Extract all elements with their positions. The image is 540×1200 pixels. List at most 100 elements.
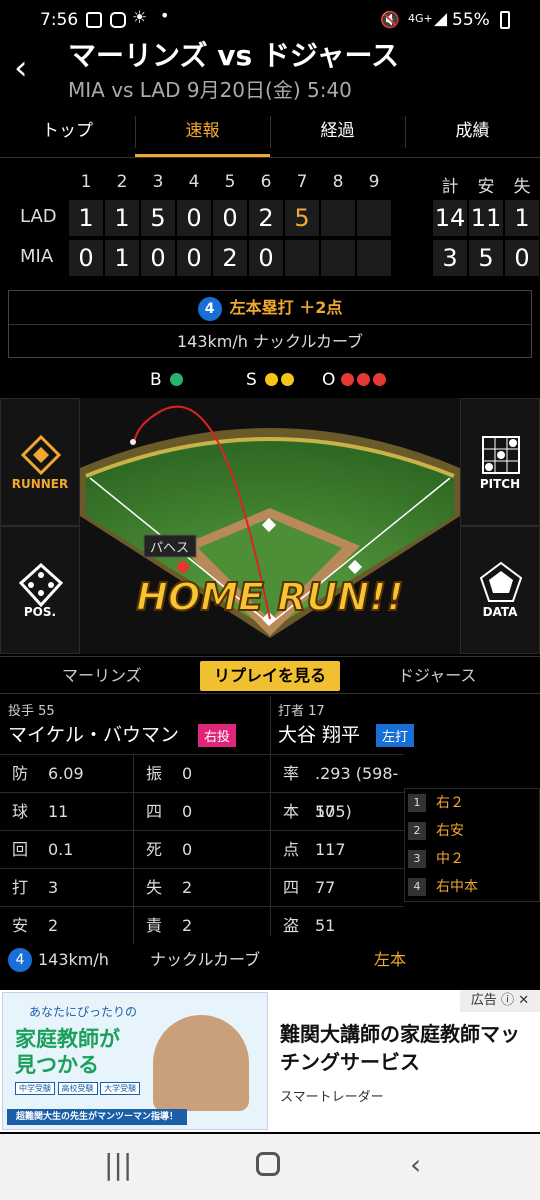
position-label: POS.	[23, 605, 57, 619]
pitch-row: 4 143km/h ナックルカーブ 左本	[0, 940, 540, 980]
home-team-link[interactable]: マーリンズ	[62, 657, 142, 695]
player-panel: 投手 55 マイケル・バウマン 右投 打者 17 大谷 翔平 左打 防 6.09 振…	[0, 696, 540, 944]
dot-icon: •	[160, 6, 170, 25]
data-button[interactable]: DATA	[460, 526, 540, 654]
stat-key: 点	[283, 840, 300, 859]
strike-label: S	[246, 370, 257, 390]
back-icon[interactable]: ‹	[14, 51, 44, 85]
pitch-button[interactable]: PITCH	[460, 398, 540, 526]
inning-score: 0	[177, 200, 211, 236]
tab-bar: トップ 速報 経過 成績	[0, 108, 540, 158]
batter-stat-row: 盗 51	[271, 906, 404, 944]
inning-score: 5	[141, 200, 175, 236]
team-abbr: MIA	[20, 246, 54, 267]
stat-key: 球	[12, 802, 29, 821]
ad-image[interactable]: あなたにぴったりの 家庭教師が 見つかる 中学受験 高校受験 大学受験 超難関大…	[2, 992, 268, 1130]
back-nav-icon[interactable]: ‹	[410, 1148, 421, 1181]
field-view: パヘス HOME RUN!! RUNNER POS. PITCH DATA	[0, 398, 540, 654]
close-icon[interactable]: ✕	[518, 993, 529, 1008]
signal-icon: ◢	[434, 9, 448, 29]
info-icon: ⓘ	[501, 993, 515, 1008]
pitcher-stat-row: 死0	[134, 830, 270, 868]
stat-key: 打	[12, 878, 29, 897]
pitch-number-badge: 4	[8, 948, 32, 972]
tab-stats[interactable]: 成績	[405, 108, 540, 157]
fielder-label: パヘス	[150, 541, 189, 556]
ad-choices-tag[interactable]: 広告 ⓘ ✕	[460, 990, 540, 1012]
ad-img-main2: 見つかる	[15, 1053, 99, 1077]
stat-key: 防	[12, 764, 29, 783]
ad-tag: 高校受験	[57, 1082, 98, 1095]
recent-apps-icon[interactable]: |||	[104, 1148, 132, 1181]
inning-header: 3	[152, 172, 164, 192]
pitcher-stat-row: 失2	[134, 868, 270, 906]
inning-score: 0	[177, 240, 211, 276]
pitch-type: ナックルカーブ	[150, 950, 261, 969]
pitcher-stat-row: 四0	[134, 792, 270, 830]
inning-score	[321, 240, 355, 276]
scoreboard: 1 2 3 4 5 6 7 8 9 計安失 LAD 1 1 5 0 0 2 5 14 11 1 MIA 0 1 0 0 2 0 3 5 0	[0, 166, 540, 286]
stat-key: 本	[283, 802, 300, 821]
tab-progress[interactable]: 経過	[270, 108, 405, 157]
ball-count: B S O	[0, 370, 540, 392]
home-icon[interactable]	[256, 1152, 280, 1176]
ad-child-image	[153, 1015, 249, 1111]
stat-key: 回	[12, 840, 29, 859]
inning-score	[357, 240, 391, 276]
home-run-banner: HOME RUN!!	[136, 575, 404, 619]
position-button[interactable]: POS.	[0, 526, 80, 654]
rhe-value: 0	[505, 240, 539, 276]
rhe-value: 1	[505, 200, 539, 236]
stat-value: 0	[182, 764, 193, 783]
stat-value: 11	[48, 802, 69, 821]
system-nav-bar: ||| ‹	[0, 1134, 540, 1200]
battery-percent: 55%	[452, 10, 490, 30]
pitcher-stat-row: 防 6.09	[0, 754, 134, 792]
ad-img-top: あなたにぴったりの	[29, 1005, 138, 1019]
runner-button[interactable]: RUNNER	[0, 398, 80, 526]
inning-score: 0	[141, 240, 175, 276]
ball-count-group: B	[150, 370, 183, 390]
pitch-info: 143km/h ナックルカーブ	[176, 332, 364, 351]
stat-value: 3	[48, 878, 59, 897]
ad-source: スマートレーダー	[280, 1090, 384, 1105]
stat-key: 振	[146, 764, 163, 783]
stat-key: 率	[283, 764, 300, 783]
pitcher-name[interactable]: マイケル・バウマン	[8, 720, 179, 747]
inning-score: 1	[105, 240, 139, 276]
tab-live[interactable]: 速報	[135, 108, 270, 157]
ad-banner[interactable]: あなたにぴったりの 家庭教師が 見つかる 中学受験 高校受験 大学受験 超難関大…	[0, 990, 540, 1132]
inning-score: 2	[249, 200, 283, 236]
pitcher-stat-row: 打3	[0, 868, 134, 906]
team-abbr: LAD	[20, 206, 57, 227]
pitcher-stat-row: 安2	[0, 906, 134, 944]
stat-value: 0	[182, 840, 193, 859]
diamond-icon	[21, 435, 61, 475]
battery-icon	[500, 11, 510, 29]
replay-button[interactable]: リプレイを見る	[200, 661, 340, 691]
pitcher-hand-badge: 右投	[198, 724, 237, 747]
inning-header: 9	[368, 172, 380, 192]
rhe-header: 計	[441, 177, 459, 197]
inning-header: 4	[188, 172, 200, 192]
inning-header: 2	[116, 172, 128, 192]
away-team-link[interactable]: ドジャース	[398, 657, 476, 695]
stat-value: 50	[315, 802, 336, 821]
batter-stat-row: 点 117	[271, 830, 404, 868]
tab-top[interactable]: トップ	[0, 108, 135, 157]
inning-score: 5	[285, 200, 319, 236]
rhe-header: 失	[513, 177, 531, 197]
batter-hand-badge: 左打	[376, 724, 415, 747]
inning-score	[285, 240, 319, 276]
batter-name[interactable]: 大谷 翔平	[278, 720, 360, 747]
stat-value: 77	[315, 878, 336, 897]
pitcher-header: 投手 55	[8, 704, 55, 719]
data-label: DATA	[482, 605, 518, 619]
inning-score	[321, 200, 355, 236]
rhe-value: 5	[469, 240, 503, 276]
inning-score: 0	[69, 240, 103, 276]
stat-value: 0.1	[48, 840, 74, 859]
stat-key: 四	[283, 878, 300, 897]
ad-title[interactable]: 難関大講師の家庭教師マッチングサービス	[280, 1020, 530, 1076]
play-result: 左本塁打 ＋2点	[229, 298, 343, 317]
